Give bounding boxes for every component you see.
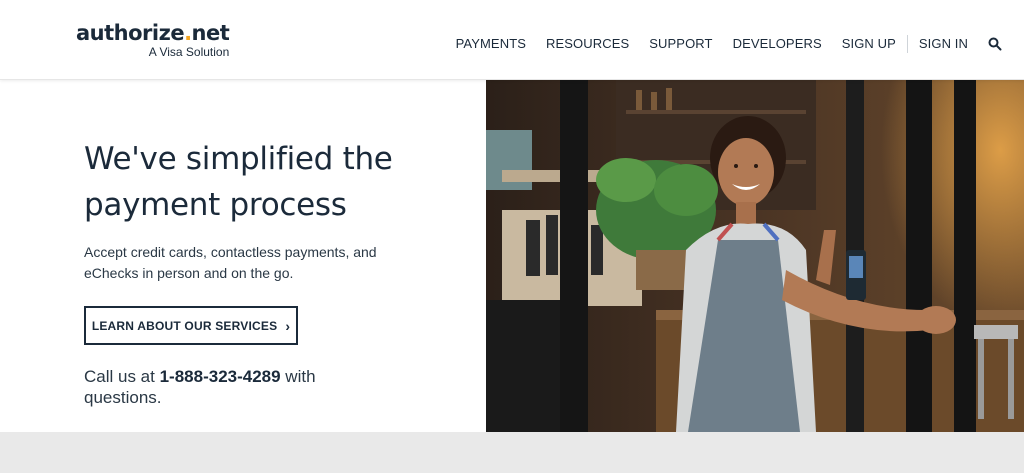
main-nav: PAYMENTS RESOURCES SUPPORT DEVELOPERS SI…	[436, 34, 1002, 54]
call-prefix: Call us at	[84, 367, 160, 386]
site-header: authorize.net A Visa Solution PAYMENTS R…	[0, 0, 1024, 80]
brand-tagline: A Visa Solution	[148, 45, 230, 59]
nav-item-support[interactable]: SUPPORT	[649, 34, 712, 54]
phone-number-link[interactable]: 1-888-323-4289	[160, 367, 281, 386]
learn-about-services-button[interactable]: LEARN ABOUT OUR SERVICES ›	[84, 306, 298, 345]
hero-headline: We've simplified the payment process	[84, 141, 393, 223]
chevron-right-icon: ›	[285, 317, 291, 334]
brand-name-main: authorize	[76, 21, 185, 45]
nav-item-sign-up[interactable]: SIGN UP	[842, 34, 896, 54]
nav-item-sign-in[interactable]: SIGN IN	[919, 34, 968, 54]
cta-label: LEARN ABOUT OUR SERVICES	[91, 318, 278, 333]
search-icon[interactable]	[988, 37, 1002, 51]
nav-divider	[906, 35, 908, 53]
call-us-text: Call us at 1-888-323-4289 with questions…	[84, 366, 344, 408]
brand-logo[interactable]: authorize.net A Visa Solution	[76, 21, 230, 59]
nav-item-developers[interactable]: DEVELOPERS	[733, 34, 822, 54]
section-divider-band	[0, 432, 1024, 473]
hero-photo-illustration	[486, 80, 1024, 432]
brand-name-dot: .	[184, 21, 192, 45]
hero-subtext: Accept credit cards, contactless payment…	[84, 244, 377, 281]
nav-item-resources[interactable]: RESOURCES	[546, 34, 629, 54]
hero-photo-cafe-owner	[486, 80, 1024, 432]
nav-item-payments[interactable]: PAYMENTS	[456, 34, 526, 54]
brand-wordmark: authorize.net	[76, 21, 230, 45]
brand-name-tld: net	[191, 21, 230, 45]
